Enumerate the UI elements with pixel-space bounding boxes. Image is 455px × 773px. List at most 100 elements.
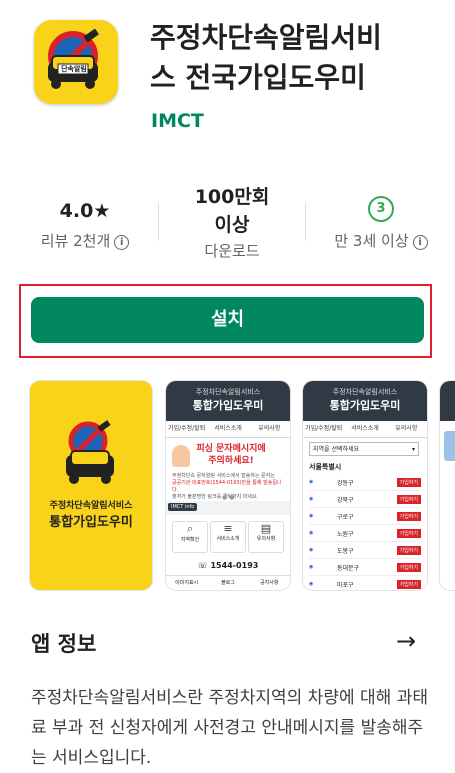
arrow-right-icon[interactable]: → (396, 628, 416, 654)
mock-phone: ☏ 1544-0193 (166, 561, 290, 570)
downloads-stat: 100만회 이상 다운로드 (170, 184, 294, 262)
mock-district-row: ◉ 구로구 가입하기 (309, 508, 421, 525)
mock-district-row: ◉ 강북구 가입하기 (309, 491, 421, 508)
content-rating-stat[interactable]: 3 만 3세 이상 i (316, 196, 446, 252)
mock-nav-item: 서비스소개 (351, 425, 379, 432)
app-title-line2: 스 전국가입도우미 (150, 61, 366, 94)
developer-link[interactable]: IMCT (151, 110, 204, 132)
mock-tiles: ⌕ 지역확인 ≡ 서비스소개 ▤ 유의사항 (172, 521, 284, 553)
mock-join-button: 가입하기 (396, 494, 421, 504)
mock-body-line: 공공기관 대표번호(1544-0193)만을 통해 발송됩니다. (172, 480, 282, 493)
mock-district-name: 동대문구 (337, 564, 360, 572)
mock-info-tag: IMCT info (168, 503, 198, 511)
mock-region-select: 지역을 선택하세요 ▾ (309, 442, 419, 456)
mock-info-bar: IMCT info (166, 501, 290, 515)
mock-district-row: ◉ 노원구 가입하기 (309, 525, 421, 542)
screenshot-1-line1: 주정차단속알림서비스 (49, 501, 133, 511)
mock-nav: 가입/수정/탈퇴 서비스소개 유의사항 (166, 421, 290, 438)
rating-caption-row: 리뷰 2천개 i (20, 230, 150, 252)
mock-district-name: 도봉구 (337, 547, 354, 555)
mock-tile-label: 지역확인 (180, 537, 200, 543)
age-rating-badge-icon: 3 (368, 196, 394, 222)
rating-value-row: 4.0★ (20, 198, 150, 224)
screenshot-2[interactable]: 주정차단속알림서비스 통합가입도우미 가입/수정/탈퇴 서비스소개 유의사항 피… (166, 381, 290, 590)
district-logo-icon: ◉ (309, 513, 314, 519)
info-icon[interactable]: i (114, 235, 130, 250)
district-logo-icon: ◉ (309, 564, 314, 570)
mock-join-button: 가입하기 (396, 545, 421, 555)
stat-divider (158, 203, 159, 241)
mock-tile: ⌕ 지역확인 (172, 521, 208, 553)
mock-headline-line2: 주의하세요! (208, 456, 254, 466)
mock-region-title: 서울특별시 (309, 463, 342, 471)
district-logo-icon: ◉ (309, 496, 314, 502)
mock-join-button: 가입하기 (396, 579, 421, 589)
dropdown-icon: ▾ (411, 446, 415, 453)
app-title: 주정차단속알림서비 스 전국가입도우미 (150, 18, 440, 98)
parking-car-icon (48, 28, 99, 89)
mock-district-row: ◉ 마포구 가입하기 (309, 576, 421, 590)
mock-district-row: ◉ 도봉구 가입하기 (309, 542, 421, 559)
screenshot-1[interactable]: 주정차단속알림서비스 통합가입도우미 (30, 381, 152, 590)
mock-nav-item: 유의사항 (258, 425, 281, 432)
mock-tile-label: 유의사항 (256, 536, 276, 542)
mock-join-button: 가입하기 (396, 528, 421, 538)
district-logo-icon: ◉ (309, 479, 314, 485)
mock-footer-item: 공지사항 (260, 580, 279, 586)
app-title-line1: 주정차단속알림서비 (150, 21, 382, 54)
mock-district-name: 마포구 (337, 581, 354, 589)
stat-divider (305, 203, 306, 241)
mock-join-button: 가입하기 (396, 511, 421, 521)
mock-footer: 이미지표시 블로그 공지사항 (166, 575, 290, 590)
mock-headline: 피싱 문자메시지에 주의하세요! (186, 443, 276, 467)
mock-tile: ▤ 유의사항 (248, 521, 284, 553)
mock-nav-item: 가입/수정/탈퇴 (305, 425, 343, 432)
phone-icon: ☏ (197, 561, 211, 570)
mock-nav-item: 가입/수정/탈퇴 (168, 425, 206, 432)
mock-nav-item: 유의사항 (395, 425, 418, 432)
district-logo-icon: ◉ (309, 530, 314, 536)
mock-district-name: 강북구 (337, 496, 354, 504)
mock-tile-label: 서비스소개 (216, 536, 240, 542)
mock-join-button: 가입하기 (396, 477, 421, 487)
install-button[interactable]: 설치 (31, 297, 424, 343)
mock-nav-item: 서비스소개 (214, 425, 242, 432)
mock-footer-item: 블로그 (221, 580, 235, 586)
mock-join-button: 가입하기 (396, 562, 421, 572)
mock-nav: 가입/수정/탈퇴 서비스소개 유의사항 (303, 421, 427, 438)
search-icon: ⌕ (186, 522, 194, 535)
car-icon (66, 420, 114, 484)
mock-headline-line1: 피싱 문자메시지에 (196, 444, 266, 454)
mock-district-row: ◉ 강동구 가입하기 (309, 474, 421, 491)
mock-district-list: ◉ 강동구 가입하기 ◉ 강북구 가입하기 ◉ 구로구 가입하기 ◉ 노원구 가… (309, 474, 421, 590)
mock-header: 주정차단속알림서비스 통합가입도우미 (166, 381, 290, 421)
menu-icon: ≡ (223, 522, 233, 535)
app-description: 주정차단속알림서비스란 주정차지역의 차량에 대해 과태료 부과 전 신청자에게… (31, 688, 428, 768)
rating-stat[interactable]: 4.0★ 리뷰 2천개 i (20, 198, 150, 252)
mock-tile: ≡ 서비스소개 (210, 521, 246, 553)
document-icon: ▤ (260, 522, 272, 535)
mock-header-title: 통합가입도우미 (329, 399, 401, 412)
mock-body-line: 주정차단속 문자알림 서비스에서 발송하는 문자는 (172, 473, 275, 479)
mock-district-name: 노원구 (337, 530, 354, 538)
info-icon[interactable]: i (412, 235, 428, 250)
mock-header-sub: 주정차단속알림서비스 (195, 388, 261, 396)
image-placeholder-icon (444, 431, 455, 461)
mock-select-label: 지역을 선택하세요 (313, 446, 360, 453)
icon-label: 단속알림 (61, 65, 87, 73)
mock-district-row: ◉ 동대문구 가입하기 (309, 559, 421, 576)
age-caption-row: 만 3세 이상 i (316, 230, 446, 252)
star-icon: ★ (93, 200, 111, 222)
rating-caption: 리뷰 2천개 (40, 232, 111, 250)
mock-header-sub: 주정차단속알림서비스 (332, 388, 398, 396)
mock-header: 주정차단속알림서비스 통합가입도우미 (303, 381, 427, 421)
downloads-line2: 이상 (214, 214, 250, 236)
mock-footer-item: 이미지표시 (175, 580, 199, 586)
screenshot-4-partial[interactable] (440, 381, 455, 590)
age-caption: 만 3세 이상 (334, 232, 409, 250)
age-badge-row: 3 (316, 196, 446, 224)
screenshot-3[interactable]: 주정차단속알림서비스 통합가입도우미 가입/수정/탈퇴 서비스소개 유의사항 지… (303, 381, 427, 590)
mock-district-name: 구로구 (337, 513, 354, 521)
district-logo-icon: ◉ (309, 581, 314, 587)
downloads-caption: 다운로드 (204, 242, 260, 260)
